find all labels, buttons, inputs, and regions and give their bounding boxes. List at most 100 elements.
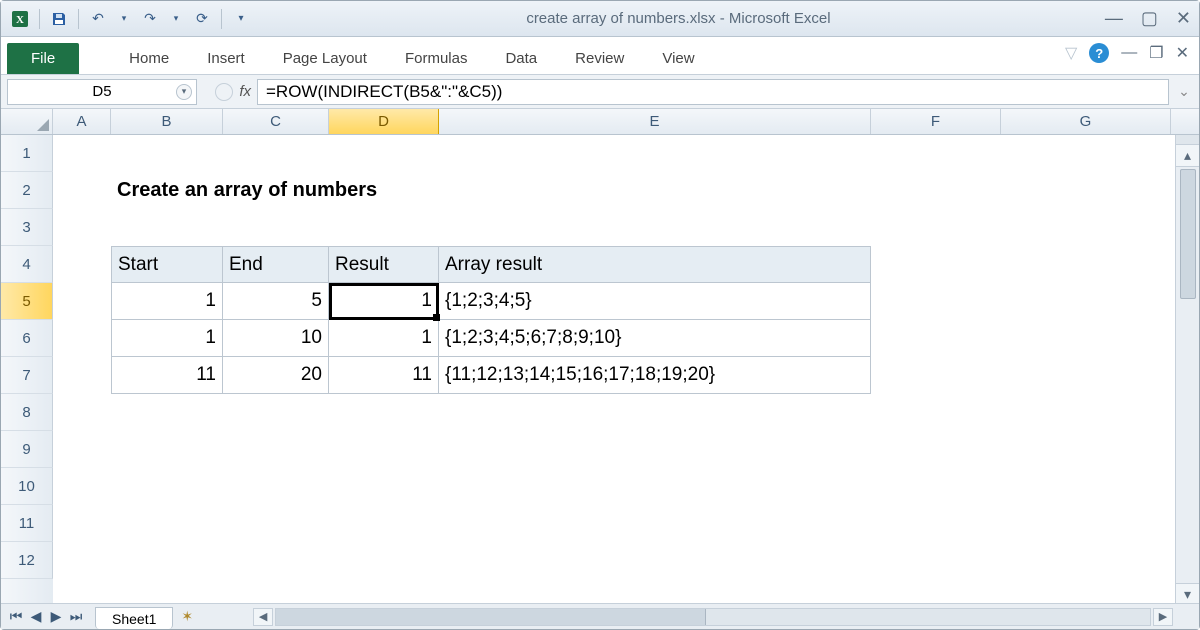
close-button[interactable]: ✕ xyxy=(1176,8,1191,29)
ribbon-minimize-icon[interactable]: ▽ xyxy=(1065,43,1077,63)
minimize-button[interactable]: ― xyxy=(1105,8,1123,29)
name-box-dropdown-icon[interactable]: ▾ xyxy=(176,84,192,100)
table-row: 1 10 1 {1;2;3;4;5;6;7;8;9;10} xyxy=(53,320,1199,357)
cell-d5[interactable]: 1 xyxy=(329,283,439,320)
col-header-g[interactable]: G xyxy=(1001,109,1171,134)
tab-home[interactable]: Home xyxy=(123,43,175,74)
select-all-corner[interactable] xyxy=(1,109,53,134)
sheet-nav-last-icon[interactable]: ⏭ xyxy=(67,608,85,625)
scroll-up-button[interactable]: ▴ xyxy=(1176,145,1199,167)
header-result[interactable]: Result xyxy=(329,246,439,283)
row-header-12[interactable]: 12 xyxy=(1,542,53,579)
hscroll-thumb[interactable] xyxy=(276,609,706,625)
hscroll-track[interactable] xyxy=(275,608,1151,626)
cell-c5[interactable]: 5 xyxy=(223,283,329,320)
formula-text: =ROW(INDIRECT(B5&":"&C5)) xyxy=(266,82,502,102)
row-headers: 1 2 3 4 5 6 7 8 9 10 11 12 xyxy=(1,135,53,605)
formula-expand-icon[interactable]: ⌄ xyxy=(1175,83,1193,100)
row-header-4[interactable]: 4 xyxy=(1,246,53,283)
tab-data[interactable]: Data xyxy=(499,43,543,74)
header-array-result[interactable]: Array result xyxy=(439,246,871,283)
title-bar: X ↶ ▾ ↷ ▾ ⟳ ▾ create array of numbers.xl… xyxy=(1,1,1199,37)
table-row: 11 20 11 {11;12;13;14;15;16;17;18;19;20} xyxy=(53,357,1199,394)
grid-area: 1 2 3 4 5 6 7 8 9 10 11 12 Create an arr… xyxy=(1,135,1199,605)
col-header-e[interactable]: E xyxy=(439,109,871,134)
tab-insert[interactable]: Insert xyxy=(201,43,251,74)
window-controls: ― ▢ ✕ xyxy=(1105,8,1191,29)
fx-icon[interactable]: fx xyxy=(239,83,251,100)
tab-formulas[interactable]: Formulas xyxy=(399,43,474,74)
cell-c7[interactable]: 20 xyxy=(223,357,329,394)
cell-b5[interactable]: 1 xyxy=(111,283,223,320)
cancel-formula-icon[interactable] xyxy=(215,83,233,101)
cell-e6[interactable]: {1;2;3;4;5;6;7;8;9;10} xyxy=(439,320,871,357)
row-header-8[interactable]: 8 xyxy=(1,394,53,431)
undo-icon[interactable]: ↶ xyxy=(87,8,109,30)
formula-input[interactable]: =ROW(INDIRECT(B5&":"&C5)) xyxy=(257,79,1169,105)
sheet-nav-prev-icon[interactable]: ◀ xyxy=(27,608,45,625)
row-header-11[interactable]: 11 xyxy=(1,505,53,542)
tab-review[interactable]: Review xyxy=(569,43,630,74)
col-header-a[interactable]: A xyxy=(53,109,111,134)
cell-e5[interactable]: {1;2;3;4;5} xyxy=(439,283,871,320)
col-header-b[interactable]: B xyxy=(111,109,223,134)
file-tab[interactable]: File xyxy=(7,43,79,74)
tab-page-layout[interactable]: Page Layout xyxy=(277,43,373,74)
hscroll-right-button[interactable]: ▶ xyxy=(1153,608,1173,626)
redo-icon[interactable]: ↷ xyxy=(139,8,161,30)
save-icon[interactable] xyxy=(48,8,70,30)
table-header-row: Start End Result Array result xyxy=(53,246,1199,283)
col-header-d[interactable]: D xyxy=(329,109,439,134)
cell-b6[interactable]: 1 xyxy=(111,320,223,357)
window-title: create array of numbers.xlsx - Microsoft… xyxy=(252,10,1105,27)
vscroll-thumb[interactable] xyxy=(1180,169,1196,299)
workbook-minimize-button[interactable]: ― xyxy=(1121,44,1137,62)
col-header-f[interactable]: F xyxy=(871,109,1001,134)
workbook-close-button[interactable]: ✕ xyxy=(1176,43,1189,63)
formula-bar: D5 ▾ fx =ROW(INDIRECT(B5&":"&C5)) ⌄ xyxy=(1,75,1199,109)
sheet-tab[interactable]: Sheet1 xyxy=(95,607,173,629)
help-icon[interactable]: ? xyxy=(1089,43,1109,63)
hscroll-left-button[interactable]: ◀ xyxy=(253,608,273,626)
tab-view[interactable]: View xyxy=(656,43,700,74)
header-end[interactable]: End xyxy=(223,246,329,283)
sheet-nav-next-icon[interactable]: ▶ xyxy=(47,608,65,625)
cells[interactable]: Create an array of numbers Start End Res… xyxy=(53,135,1199,605)
scroll-down-button[interactable]: ▾ xyxy=(1176,583,1199,605)
col-header-c[interactable]: C xyxy=(223,109,329,134)
quick-access-toolbar: X ↶ ▾ ↷ ▾ ⟳ ▾ xyxy=(9,8,252,30)
horizontal-scrollbar[interactable]: ◀ ▶ xyxy=(193,608,1173,626)
row-header-1[interactable]: 1 xyxy=(1,135,53,172)
row-header-3[interactable]: 3 xyxy=(1,209,53,246)
row-header-7[interactable]: 7 xyxy=(1,357,53,394)
cell-d6[interactable]: 1 xyxy=(329,320,439,357)
maximize-button[interactable]: ▢ xyxy=(1141,8,1158,29)
refresh-icon[interactable]: ⟳ xyxy=(191,8,213,30)
cell-b7[interactable]: 11 xyxy=(111,357,223,394)
name-box[interactable]: D5 ▾ xyxy=(7,79,197,105)
row-header-10[interactable]: 10 xyxy=(1,468,53,505)
excel-icon: X xyxy=(9,8,31,30)
undo-dropdown-icon[interactable]: ▾ xyxy=(113,8,135,30)
cell-d7[interactable]: 11 xyxy=(329,357,439,394)
workbook-restore-button[interactable]: ❐ xyxy=(1149,43,1163,63)
header-start[interactable]: Start xyxy=(111,246,223,283)
name-box-value: D5 xyxy=(92,83,111,100)
row-header-2[interactable]: 2 xyxy=(1,172,53,209)
redo-dropdown-icon[interactable]: ▾ xyxy=(165,8,187,30)
row-header-5[interactable]: 5 xyxy=(1,283,53,320)
cell-heading[interactable]: Create an array of numbers xyxy=(111,172,871,209)
sheet-nav-first-icon[interactable]: ⏮ xyxy=(7,608,25,625)
split-grip[interactable] xyxy=(1176,135,1199,145)
vertical-scrollbar[interactable]: ▴ ▾ xyxy=(1175,135,1199,605)
cell-c6[interactable]: 10 xyxy=(223,320,329,357)
cell-e7[interactable]: {11;12;13;14;15;16;17;18;19;20} xyxy=(439,357,871,394)
new-sheet-icon[interactable]: ✶ xyxy=(181,608,193,625)
ribbon-tabs: File Home Insert Page Layout Formulas Da… xyxy=(1,37,1199,75)
svg-text:X: X xyxy=(16,14,24,26)
row-header-9[interactable]: 9 xyxy=(1,431,53,468)
sheet-tab-bar: ⏮ ◀ ▶ ⏭ Sheet1 ✶ ◀ ▶ xyxy=(1,603,1199,629)
column-headers: A B C D E F G xyxy=(1,109,1199,135)
qat-customize-icon[interactable]: ▾ xyxy=(230,8,252,30)
row-header-6[interactable]: 6 xyxy=(1,320,53,357)
